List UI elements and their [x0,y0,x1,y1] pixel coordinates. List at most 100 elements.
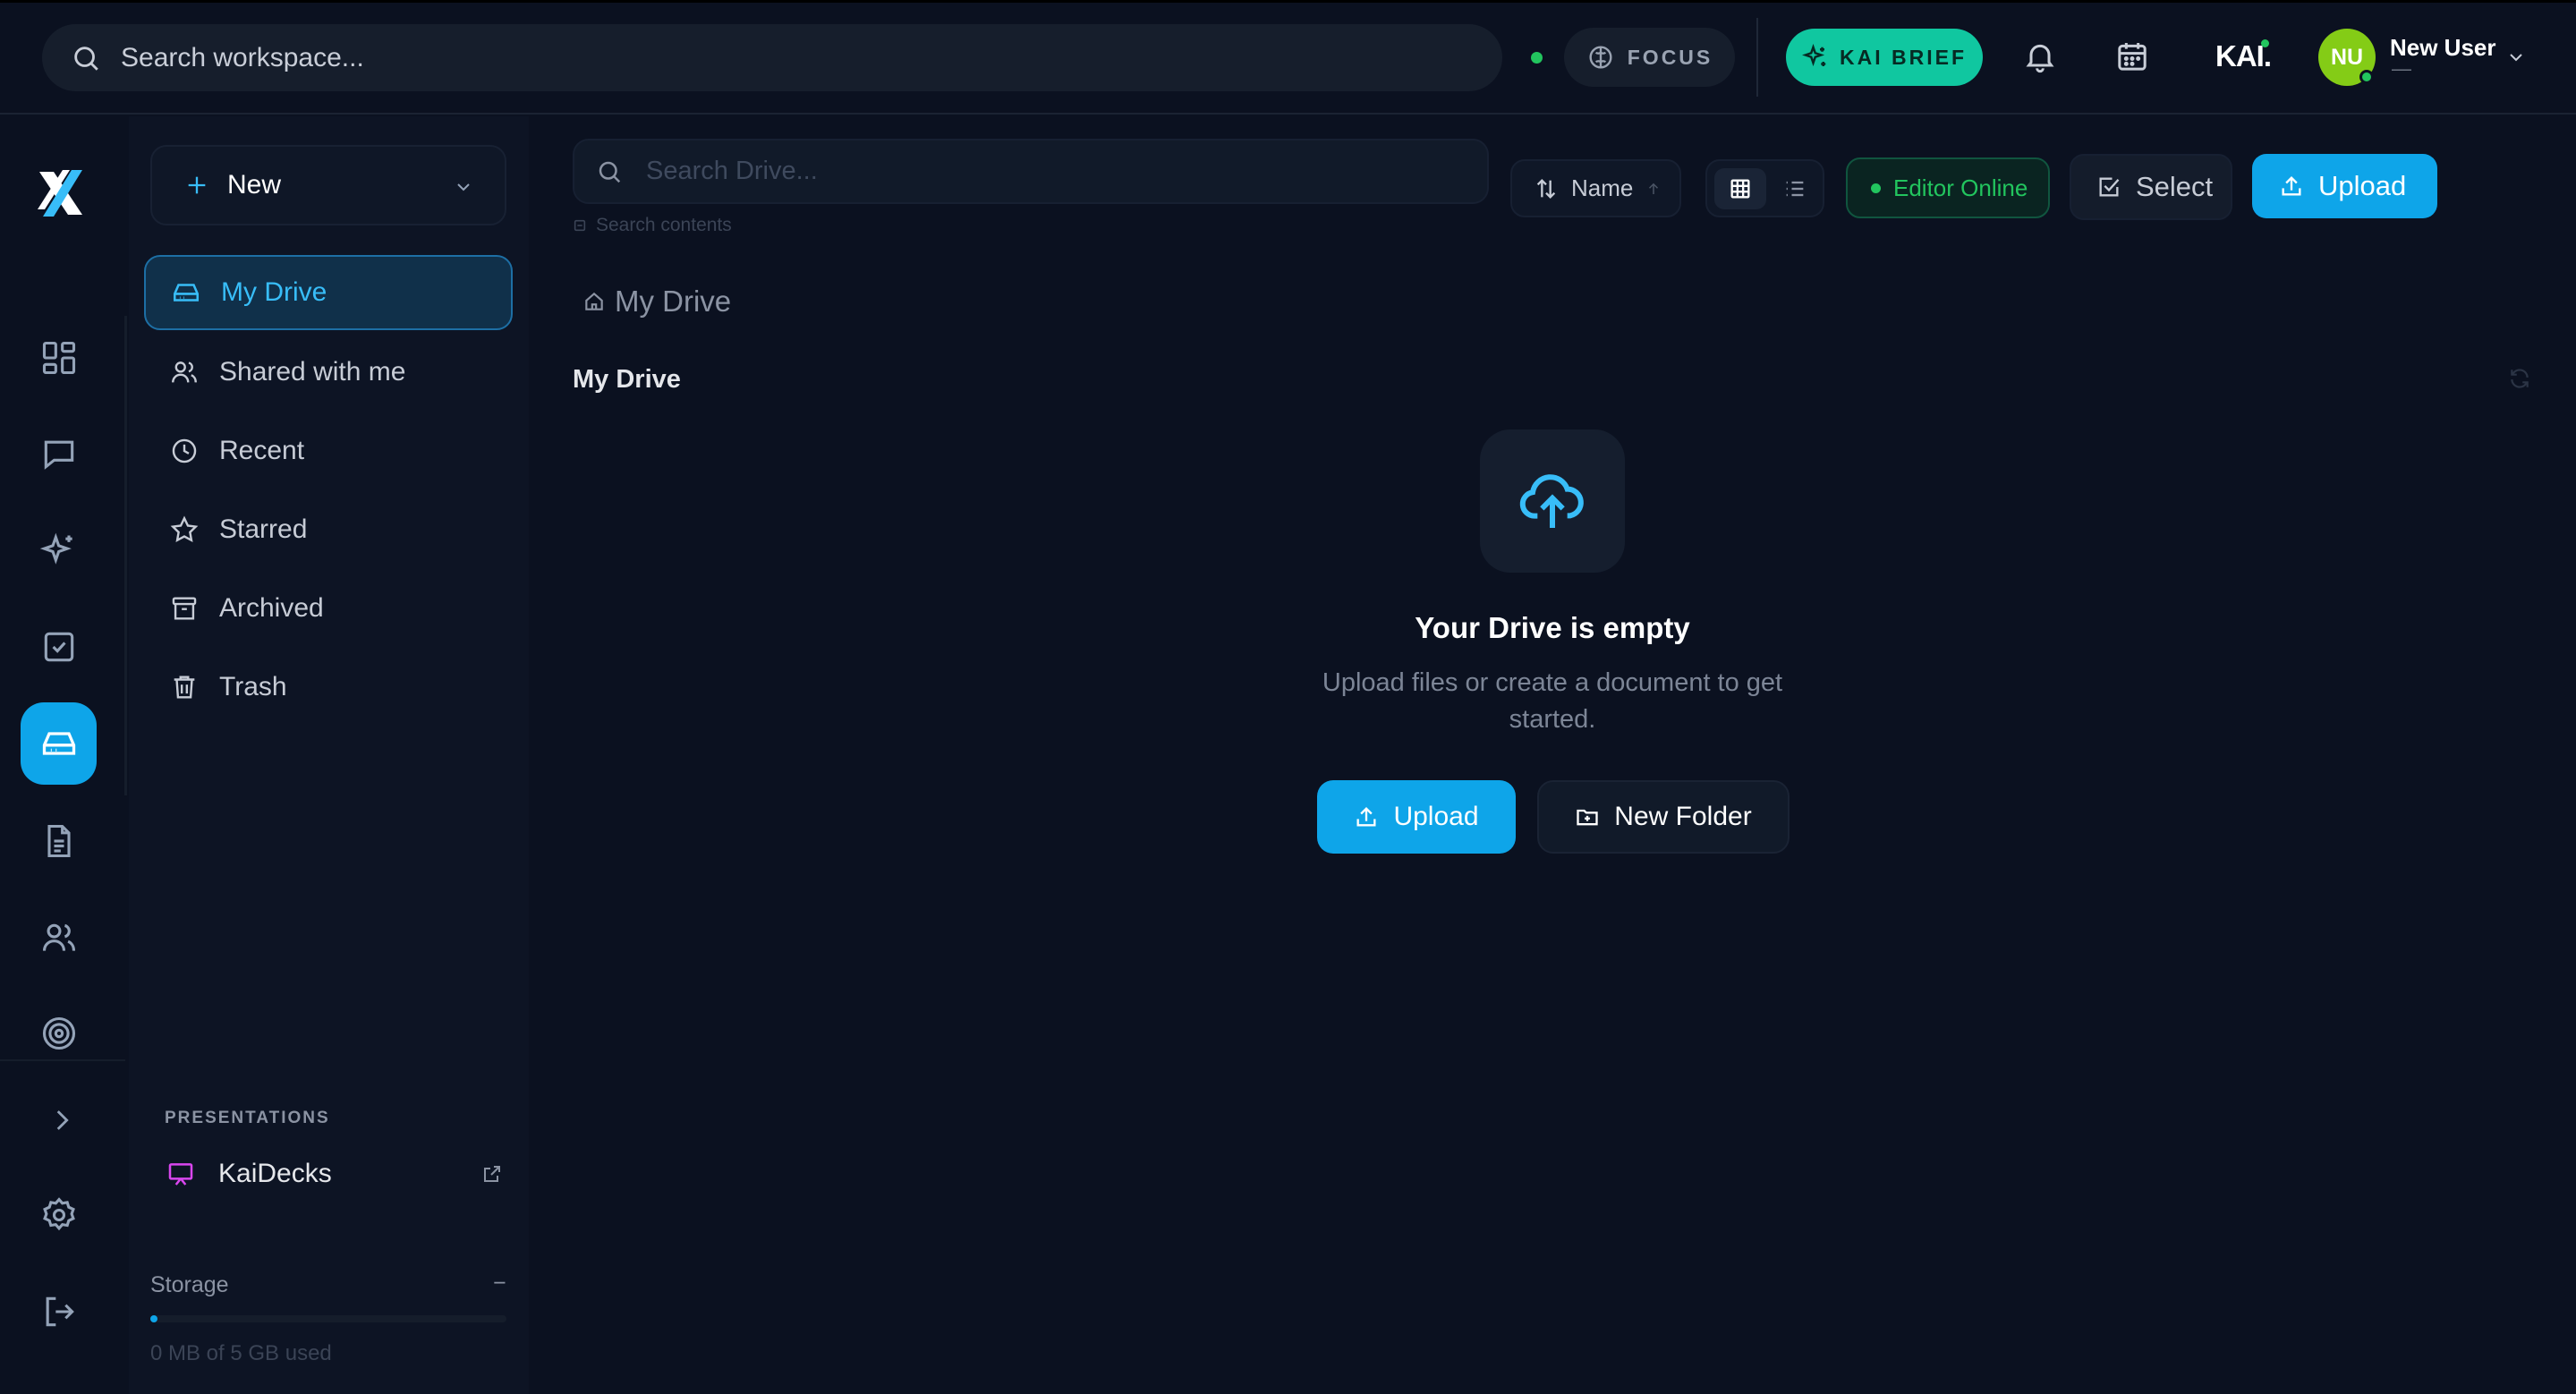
focus-button[interactable]: FOCUS [1564,28,1735,87]
empty-state-illustration [1480,429,1625,573]
editor-status-badge: Editor Online [1846,157,2050,218]
sparkle-icon[interactable] [39,531,79,570]
empty-state-title: Your Drive is empty [1415,611,1690,644]
presentation-icon [166,1160,195,1188]
storage-usage-text: 0 MB of 5 GB used [150,1341,332,1365]
search-icon [71,43,101,73]
drive-nav-button[interactable] [21,702,97,785]
kaidecks-link[interactable]: KaiDecks [166,1154,503,1194]
app-logo-icon[interactable] [32,163,89,224]
drive-icon [39,724,79,763]
sidebar-item-trash[interactable]: Trash [144,650,513,725]
focus-label: FOCUS [1627,45,1713,69]
tasks-icon[interactable] [39,627,79,667]
upload-icon [2279,174,2304,199]
storage-progress-fill [150,1315,157,1322]
avatar-status-dot [2359,70,2374,84]
plus-icon [184,173,209,198]
sidebar-item-my-drive[interactable]: My Drive [144,255,513,330]
workspace-search[interactable]: Search workspace... [42,24,1502,91]
users-icon [169,357,200,387]
sidebar-item-label: Starred [219,514,308,544]
list-view-button[interactable] [1771,168,1819,209]
sidebar-item-recent[interactable]: Recent [144,413,513,489]
storage-collapse-button[interactable]: − [493,1271,506,1296]
upload-icon [1354,804,1379,829]
sort-label: Name [1571,174,1634,201]
settings-icon[interactable] [39,1195,79,1235]
cloud-upload-icon [1517,465,1588,537]
dashboard-icon[interactable] [39,338,79,378]
list-icon [1782,176,1807,201]
logout-icon[interactable] [39,1292,79,1331]
document-icon[interactable] [39,821,79,861]
chevron-down-icon [453,176,474,198]
external-link-icon [481,1163,503,1185]
sidebar-item-archived[interactable]: Archived [144,571,513,646]
bell-icon[interactable] [2022,38,2058,75]
empty-upload-button[interactable]: Upload [1317,780,1516,854]
select-label: Select [2136,171,2214,202]
grid-view-button[interactable] [1714,168,1766,209]
sidebar-item-label: Shared with me [219,357,406,387]
storage-progress-bar [150,1315,506,1322]
presentations-section-label: PRESENTATIONS [165,1109,330,1127]
home-icon [582,290,606,313]
users-icon[interactable] [39,918,79,957]
online-dot [1871,183,1881,193]
select-button[interactable]: Select [2070,154,2232,220]
target-icon[interactable] [39,1014,79,1053]
rail-separator [0,1059,125,1061]
breadcrumb-item: My Drive [615,285,732,318]
breadcrumb[interactable]: My Drive [582,285,731,319]
search-contents-toggle[interactable]: Search contents [573,215,732,236]
clock-icon [169,436,200,466]
sort-icon [1534,176,1559,201]
drive-search-input[interactable]: Search Drive... [573,139,1489,204]
page-title: My Drive [573,365,681,394]
upload-label: Upload [2318,170,2407,201]
new-folder-button[interactable]: New Folder [1537,780,1790,854]
new-label: New [227,170,282,200]
expand-icon[interactable] [47,1105,77,1135]
drive-icon [171,277,201,308]
sidebar-item-shared[interactable]: Shared with me [144,335,513,410]
sidebar-item-starred[interactable]: Starred [144,492,513,567]
kai-brief-button[interactable]: KAI BRIEF [1786,29,1983,86]
folder-plus-icon [1575,804,1600,829]
editor-status-label: Editor Online [1893,174,2028,201]
grid-icon [1728,176,1753,201]
arrow-up-icon [1645,181,1662,197]
star-icon [169,514,200,545]
chevron-down-icon[interactable] [2505,47,2527,68]
view-toggle [1705,159,1824,217]
workspace-search-placeholder: Search workspace... [121,42,364,72]
sort-button[interactable]: Name [1510,159,1681,217]
divider [1756,18,1758,97]
new-folder-label: New Folder [1614,802,1752,831]
search-icon [596,158,623,185]
brain-icon [1586,43,1615,72]
upload-button[interactable]: Upload [2252,154,2437,218]
chat-icon[interactable] [39,434,79,473]
trash-icon [169,672,200,702]
top-bar: Search workspace... FOCUS KAI BRIEF KAI.… [0,0,2576,115]
sparkle-icon [1802,44,1829,71]
refresh-icon[interactable] [2508,367,2531,390]
sidebar-item-label: Recent [219,436,305,465]
status-dot [1531,52,1543,64]
calendar-icon[interactable] [2114,38,2150,75]
checkbox-icon [573,218,587,233]
archive-icon [169,593,200,624]
drive-search-placeholder: Search Drive... [646,157,818,185]
window-edge [0,0,2576,3]
sidebar-item-label: My Drive [221,277,327,307]
kai-brief-label: KAI BRIEF [1840,45,1967,69]
user-subtitle: — [2392,57,2411,80]
sidebar-item-label: Archived [219,593,324,623]
kaidecks-label: KaiDecks [218,1159,332,1188]
sidebar-item-label: Trash [219,672,287,701]
new-button[interactable]: New [150,145,506,225]
storage-label: Storage [150,1272,229,1297]
empty-upload-label: Upload [1393,802,1479,831]
